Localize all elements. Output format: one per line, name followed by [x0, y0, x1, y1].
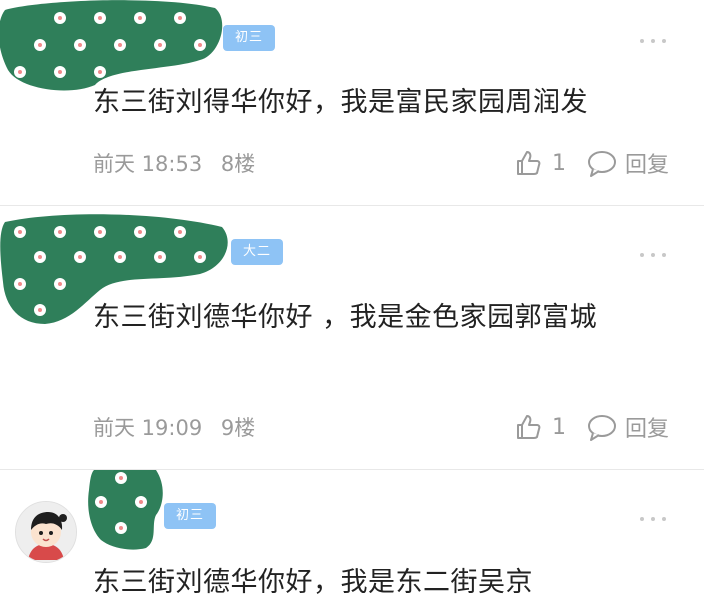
comment-text: 东三街刘德华你好 ，我是金色家园郭富城	[93, 302, 598, 333]
comment-text: 东三街刘得华你好，我是富民家园周润发	[93, 87, 588, 118]
user-name-blurred[interactable]	[86, 470, 166, 550]
like-count: 1	[552, 150, 566, 176]
comment-time: 前天 19:09	[93, 416, 203, 440]
comment-text: 东三街刘德华你好，我是东二街吴京	[93, 567, 533, 598]
user-avatar[interactable]	[15, 501, 77, 563]
more-options-icon[interactable]	[640, 250, 670, 260]
speech-bubble-icon	[588, 151, 616, 177]
comment-meta: 前天 18:53 8楼	[93, 148, 255, 178]
comment-floor: 8楼	[220, 152, 256, 176]
comment-item: 初三 东三街刘德华你好，我是东二街吴京	[0, 470, 704, 616]
more-options-icon[interactable]	[640, 36, 670, 46]
reply-label: 回复	[625, 417, 670, 442]
user-level-badge: 初三	[223, 25, 276, 51]
comment-floor: 9楼	[220, 416, 256, 440]
user-level-badge: 大二	[231, 239, 284, 265]
like-count: 1	[552, 414, 566, 440]
thumbs-up-icon	[517, 151, 541, 175]
like-button[interactable]: 1	[514, 412, 566, 442]
comment-item: 大二 东三街刘德华你好 ，我是金色家园郭富城 前天 19:09 9楼 1 回复	[0, 206, 704, 469]
like-button[interactable]: 1	[514, 148, 566, 178]
cartoon-kid-avatar-icon	[16, 502, 76, 562]
user-level-badge: 初三	[164, 503, 217, 529]
reply-label: 回复	[625, 153, 670, 178]
comment-meta: 前天 19:09 9楼	[93, 412, 255, 442]
speech-bubble-icon	[588, 415, 616, 441]
reply-button[interactable]: 回复	[587, 148, 669, 178]
thumbs-up-icon	[517, 415, 541, 439]
comment-item: 初三 东三街刘得华你好，我是富民家园周润发 前天 18:53 8楼 1 回复	[0, 0, 704, 205]
reply-button[interactable]: 回复	[587, 412, 669, 442]
more-options-icon[interactable]	[640, 514, 670, 524]
comment-time: 前天 18:53	[93, 152, 203, 176]
